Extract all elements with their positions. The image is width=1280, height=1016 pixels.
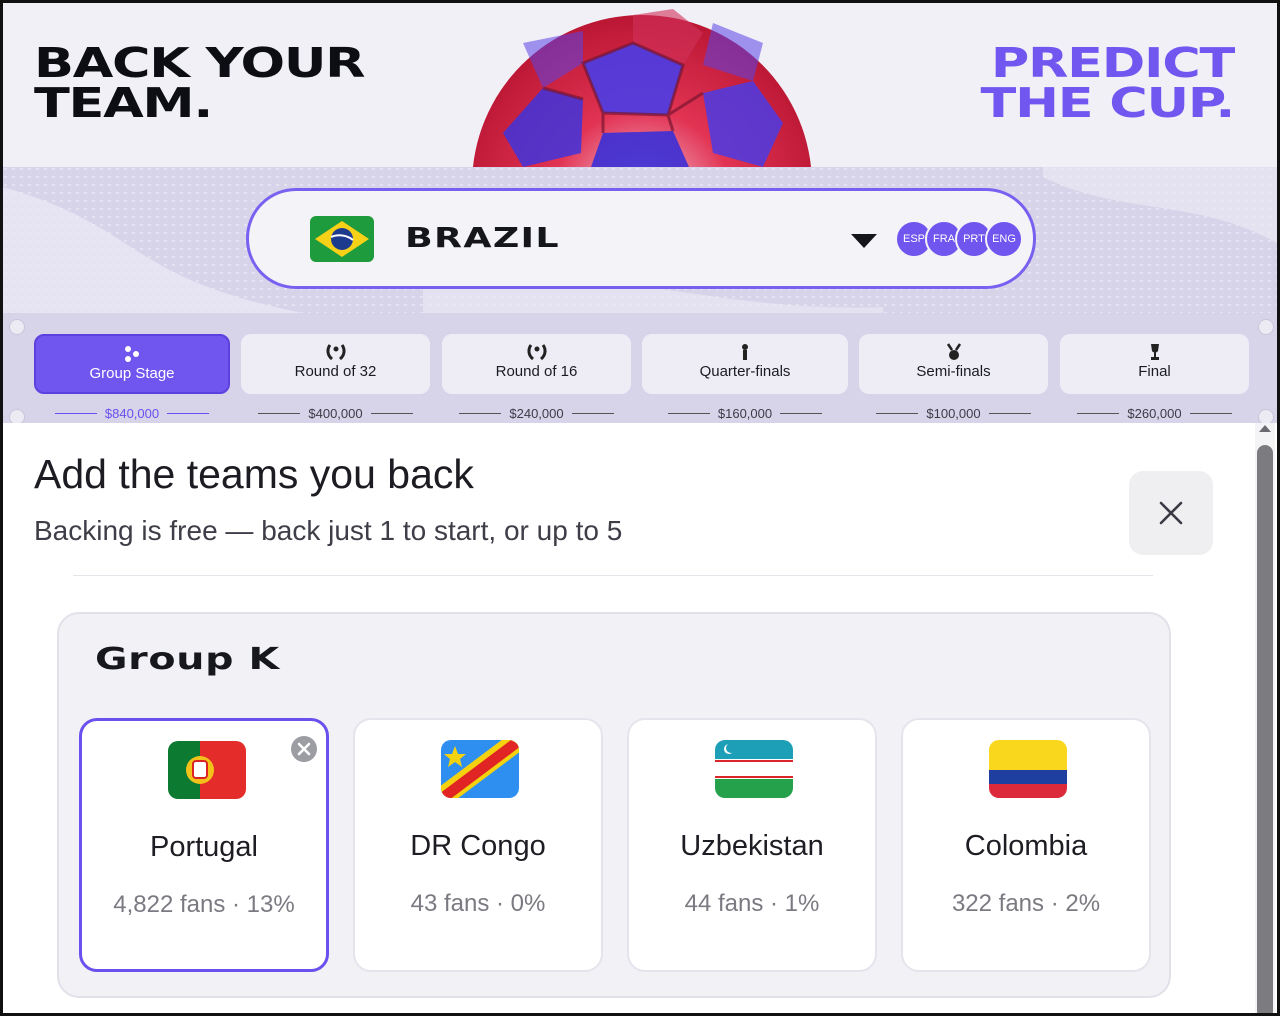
hero-right-line1: PREDICT: [990, 39, 1235, 87]
laurel-icon: [526, 344, 547, 361]
team-card-portugal[interactable]: Portugal 4,822 fans · 13%: [79, 718, 329, 972]
tab-label: Round of 32: [294, 363, 377, 380]
portugal-flag-icon: [168, 741, 246, 799]
torch-icon: [742, 344, 748, 360]
tab-group-stage[interactable]: Group Stage: [34, 334, 230, 394]
laurel-icon: [325, 344, 346, 361]
tab-label: Final: [1138, 363, 1171, 380]
tab-round-of-16[interactable]: Round of 16: [442, 334, 631, 394]
brazil-flag-icon: [310, 216, 374, 262]
prize-amount: $100,000: [926, 405, 981, 421]
hero-right-line2: THE CUP.: [980, 79, 1236, 127]
team-stats: 43 fans · 0%: [410, 890, 546, 917]
close-icon: [1159, 501, 1183, 525]
stage-tabs: Group Stage Round of 32 Round of 16 Quar…: [3, 313, 1277, 425]
tab-label: Quarter-finals: [699, 363, 791, 380]
prize-amount: $260,000: [1127, 405, 1182, 421]
prize-amount: $160,000: [717, 405, 773, 421]
team-card-uzbekistan[interactable]: Uzbekistan 44 fans · 1%: [627, 718, 877, 972]
soccer-ball-graphic: [463, 3, 821, 167]
hero-left-slogan: BACK YOUR TEAM.: [34, 39, 456, 127]
corner-dot: [9, 319, 25, 335]
team-select-dropdown[interactable]: BRAZIL ESP FRA PRT ENG: [246, 188, 1036, 289]
tab-round-of-32[interactable]: Round of 32: [241, 334, 430, 394]
divider: [73, 575, 1153, 576]
chevron-down-icon[interactable]: [849, 232, 879, 250]
dr-congo-flag-icon: [441, 740, 519, 798]
team-stats: 4,822 fans · 13%: [113, 891, 295, 918]
team-card-dr-congo[interactable]: DR Congo 43 fans · 0%: [353, 718, 603, 972]
scrollbar-thumb[interactable]: [1257, 445, 1273, 1013]
corner-dot: [1258, 319, 1274, 335]
team-stats: 322 fans · 2%: [951, 890, 1101, 917]
hero-left-line1: BACK YOUR: [34, 39, 366, 87]
medal-icon: [946, 343, 961, 360]
panel-subtitle: Backing is free — back just 1 to start, …: [34, 515, 623, 546]
hero-banner: BACK YOUR TEAM. PREDICT THE CUP.: [3, 3, 1277, 167]
trophy-icon: [1150, 344, 1159, 360]
team-chip[interactable]: ENG: [985, 220, 1023, 258]
team-name: Colombia: [964, 830, 1088, 862]
close-button[interactable]: [1129, 471, 1213, 555]
group-title: Group K: [95, 642, 280, 677]
tab-quarter-finals[interactable]: Quarter-finals: [642, 334, 848, 394]
tab-label: Semi-finals: [916, 363, 991, 380]
remove-team-icon[interactable]: [290, 735, 318, 763]
app-frame: BACK YOUR TEAM. PREDICT THE CUP. BRAZIL …: [0, 0, 1280, 1016]
uzbekistan-flag-icon: [715, 740, 793, 798]
stage-prize: $260,000: [1060, 405, 1249, 421]
team-name: Uzbekistan: [680, 830, 824, 862]
prize-amount: $840,000: [104, 405, 160, 421]
hero-left-line2: TEAM.: [34, 79, 213, 127]
team-name: Portugal: [149, 831, 258, 863]
add-teams-panel: Add the teams you back Backing is free —…: [3, 423, 1277, 1013]
stage-prize: $840,000: [34, 405, 230, 421]
stage-prize: $160,000: [642, 405, 848, 421]
tab-label: Group Stage: [89, 365, 175, 382]
hero-right-slogan: PREDICT THE CUP.: [980, 39, 1236, 127]
team-name: DR Congo: [410, 830, 546, 862]
colombia-flag-icon: [989, 740, 1067, 798]
team-card-colombia[interactable]: Colombia 322 fans · 2%: [901, 718, 1151, 972]
scroll-up-icon[interactable]: [1258, 423, 1272, 433]
panel-title: Add the teams you back: [34, 451, 474, 497]
selected-team-name: BRAZIL: [405, 221, 560, 254]
group-card: Group K Portugal 4,822 fans · 13% DR Con…: [57, 612, 1171, 998]
prize-amount: $400,000: [308, 405, 363, 421]
tab-label: Round of 16: [495, 363, 578, 380]
team-stats: 44 fans · 1%: [684, 890, 820, 917]
group-dots-icon: [125, 346, 139, 362]
tab-final[interactable]: Final: [1060, 334, 1249, 394]
tab-semi-finals[interactable]: Semi-finals: [859, 334, 1048, 394]
prize-amount: $240,000: [509, 405, 564, 421]
stage-prize: $400,000: [241, 405, 430, 421]
stage-prize: $100,000: [859, 405, 1048, 421]
stage-prize: $240,000: [442, 405, 631, 421]
